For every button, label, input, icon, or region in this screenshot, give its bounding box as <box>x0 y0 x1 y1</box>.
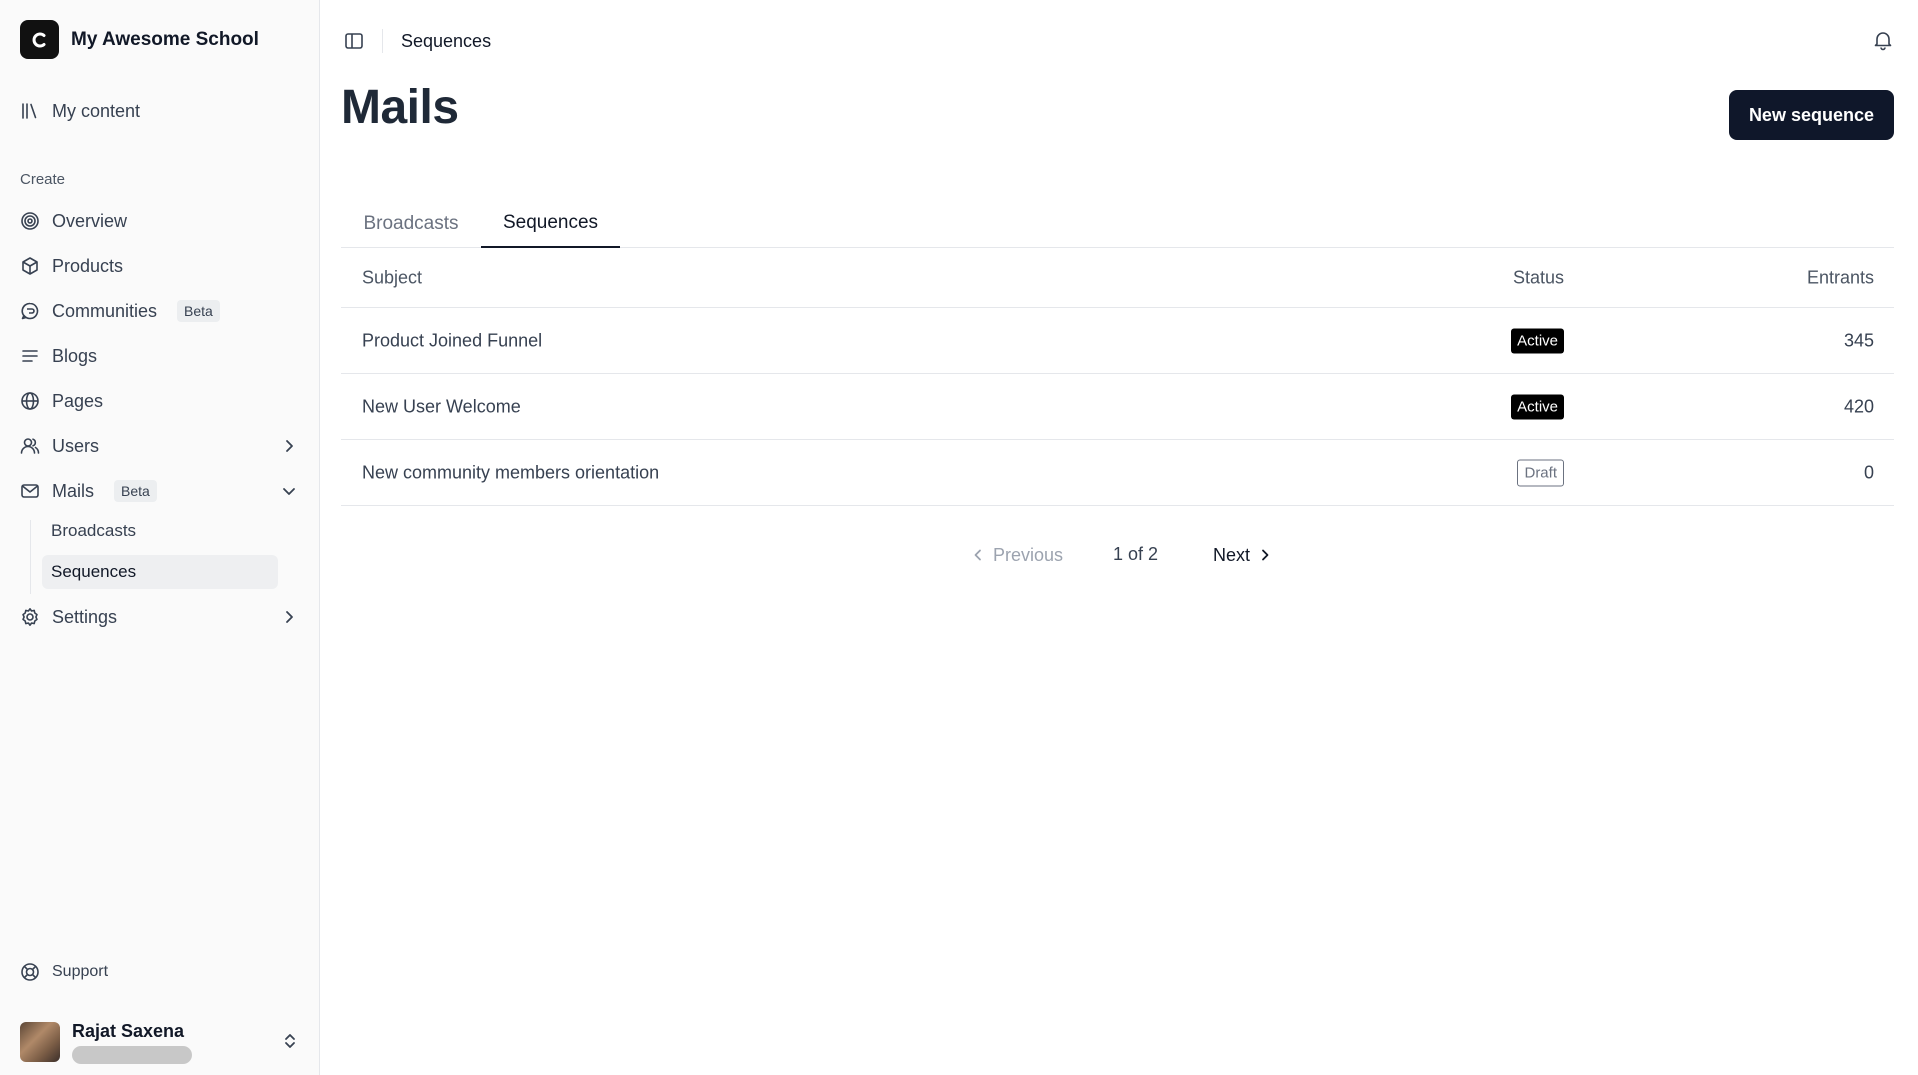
sidebar-item-label: Overview <box>52 210 128 231</box>
status-badge-label: Active <box>1511 328 1564 353</box>
status-badge: Active <box>1511 328 1564 353</box>
user-name: Rajat Saxena <box>72 1020 185 1041</box>
user-menu[interactable]: Rajat Saxena <box>20 1020 299 1064</box>
tab-sequences[interactable]: Sequences <box>481 200 620 248</box>
pagination: Previous 1 of 2 Next <box>321 540 1918 570</box>
table-header-row: Subject Status Entrants <box>341 248 1894 308</box>
lifebuoy-icon <box>20 962 40 982</box>
next-label: Next <box>1213 544 1251 565</box>
brand-c-icon <box>32 32 45 47</box>
sequences-table: Subject Status Entrants Product Joined F… <box>341 248 1894 506</box>
brand-logo <box>20 20 59 59</box>
sidebar-toggle-icon[interactable] <box>343 30 365 52</box>
sidebar-item-label: Settings <box>52 606 118 627</box>
bell-icon[interactable] <box>1872 29 1894 51</box>
column-header-entrants[interactable]: Entrants <box>1807 267 1874 288</box>
page-indicator: 1 of 2 <box>1113 544 1159 564</box>
entrants-count: 420 <box>1843 396 1874 416</box>
globe-icon <box>20 391 40 411</box>
table-row[interactable]: New community members orientation Draft … <box>341 440 1894 506</box>
users-icon <box>20 436 40 456</box>
status-badge: Active <box>1511 394 1564 419</box>
avatar <box>20 1022 60 1062</box>
sidebar-item-broadcasts[interactable]: Broadcasts <box>42 514 278 548</box>
sequence-subject[interactable]: New User Welcome <box>362 396 521 417</box>
entrants-count: 345 <box>1843 330 1874 350</box>
brand-name: My Awesome School <box>71 28 259 50</box>
target-icon <box>20 211 40 231</box>
sidebar-item-label: Users <box>52 435 100 456</box>
column-header-subject[interactable]: Subject <box>362 267 422 288</box>
status-badge: Draft <box>1517 459 1564 486</box>
topbar: Sequences <box>321 0 1918 82</box>
chevron-right-icon <box>279 607 299 627</box>
library-icon <box>20 101 40 121</box>
next-page-button[interactable]: Next <box>1213 540 1272 570</box>
sidebar-item-products[interactable]: Products <box>20 249 299 283</box>
page-title: Mails <box>341 81 459 134</box>
sidebar-item-sequences[interactable]: Sequences <box>42 555 278 589</box>
mail-icon <box>20 481 40 501</box>
user-email-redacted <box>72 1045 192 1064</box>
chevron-right-icon <box>279 436 299 456</box>
brand[interactable]: My Awesome School <box>20 20 259 59</box>
main-content: Sequences Mails New sequence Broadcasts … <box>321 0 1918 1075</box>
sidebar-item-label: Pages <box>52 390 104 411</box>
sidebar-item-my-content[interactable]: My content <box>20 94 299 128</box>
text-lines-icon <box>20 346 40 366</box>
entrants-count: 0 <box>1863 462 1874 482</box>
sidebar-item-overview[interactable]: Overview <box>20 204 299 238</box>
status-badge-label: Active <box>1511 394 1564 419</box>
section-create-label: Create <box>20 171 66 188</box>
chevron-down-icon <box>279 481 299 501</box>
sidebar-item-label: Communities <box>52 300 158 321</box>
sidebar-item-users[interactable]: Users <box>20 429 299 463</box>
sidebar-item-support[interactable]: Support <box>20 962 108 982</box>
chevron-right-icon <box>1262 549 1269 561</box>
status-badge-label: Draft <box>1517 459 1564 486</box>
beta-badge: Beta <box>177 300 220 322</box>
sequence-subject[interactable]: New community members orientation <box>362 462 659 483</box>
beta-badge: Beta <box>114 480 157 502</box>
sidebar-item-label: Products <box>52 255 124 276</box>
sidebar-item-mails[interactable]: Mails Beta <box>20 474 299 508</box>
sidebar-item-blogs[interactable]: Blogs <box>20 339 299 373</box>
chevron-left-icon <box>974 549 981 561</box>
submenu-divider <box>30 520 31 594</box>
sidebar-item-label: Mails <box>52 480 95 501</box>
previous-page-button[interactable]: Previous <box>971 540 1063 570</box>
topbar-divider <box>382 29 383 53</box>
sidebar-item-settings[interactable]: Settings <box>20 600 299 634</box>
previous-label: Previous <box>993 544 1064 565</box>
sidebar-item-label: My content <box>52 100 141 121</box>
sidebar: My Awesome School My content Create Over… <box>0 0 320 1075</box>
breadcrumb: Sequences <box>401 31 492 51</box>
sidebar-item-communities[interactable]: Communities Beta <box>20 294 299 328</box>
new-sequence-button[interactable]: New sequence <box>1728 90 1894 140</box>
chevrons-up-down-icon <box>281 1032 299 1050</box>
sequence-subject[interactable]: Product Joined Funnel <box>362 330 542 351</box>
sidebar-item-pages[interactable]: Pages <box>20 384 299 418</box>
tab-broadcasts[interactable]: Broadcasts <box>341 200 481 248</box>
tabs: Broadcasts Sequences <box>341 200 1894 248</box>
gear-icon <box>20 607 40 627</box>
box-icon <box>20 256 40 276</box>
table-row[interactable]: New User Welcome Active 420 <box>341 374 1894 440</box>
sidebar-item-label: Blogs <box>52 345 98 366</box>
table-row[interactable]: Product Joined Funnel Active 345 <box>341 308 1894 374</box>
column-header-status[interactable]: Status <box>1513 267 1564 288</box>
support-label: Support <box>52 963 109 980</box>
chat-bubble-icon <box>20 301 40 321</box>
